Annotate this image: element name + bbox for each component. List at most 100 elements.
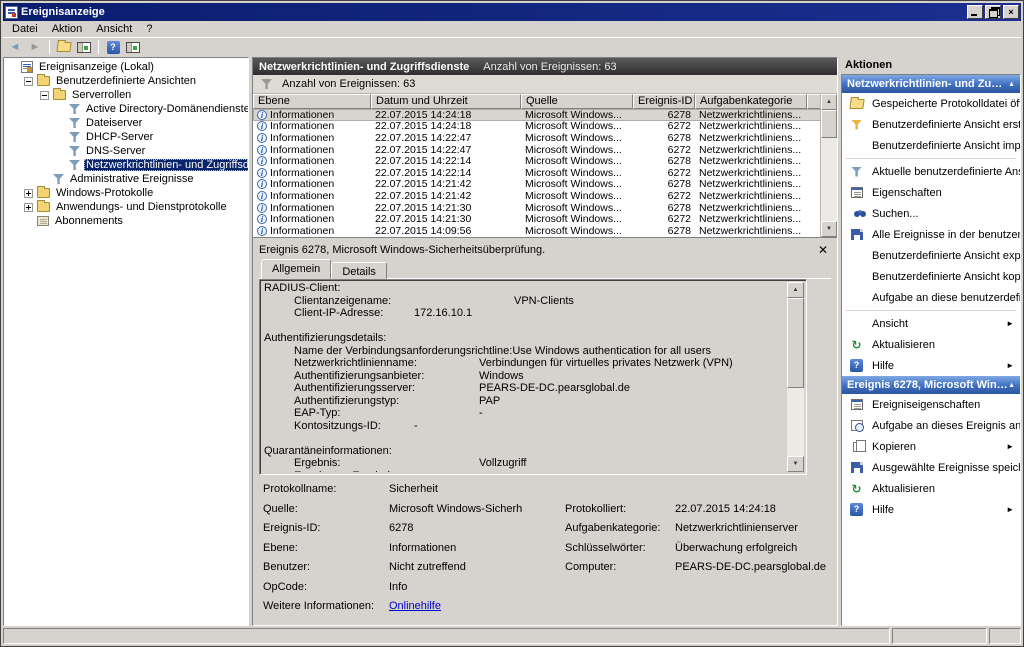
- back-button[interactable]: ◄: [6, 39, 24, 55]
- scroll-down-icon[interactable]: ▼: [787, 456, 804, 472]
- scroll-up-icon[interactable]: ▲: [821, 94, 837, 110]
- action-item[interactable]: ?Hilfe►: [842, 355, 1020, 376]
- tree-item[interactable]: Benutzerdefinierte Ansichten: [4, 74, 248, 88]
- submenu-arrow-icon: ►: [1006, 442, 1020, 451]
- action-item[interactable]: Suchen...: [842, 203, 1020, 224]
- tree-item[interactable]: Abonnements: [4, 214, 248, 228]
- restore-button[interactable]: [985, 5, 1001, 19]
- show-action-pane-button[interactable]: [124, 39, 142, 55]
- folder-icon: [37, 188, 50, 198]
- event-row[interactable]: iInformationen22.07.2015 14:22:14Microso…: [253, 155, 837, 167]
- event-row[interactable]: iInformationen22.07.2015 14:22:14Microso…: [253, 167, 837, 179]
- collapse-icon[interactable]: [40, 91, 49, 100]
- collapse-icon[interactable]: [24, 77, 33, 86]
- tree-item-label: Netzwerkrichtlinien- und Zugriffsdienste: [84, 159, 249, 171]
- tree-item[interactable]: Netzwerkrichtlinien- und Zugriffsdienste: [4, 158, 248, 172]
- action-item[interactable]: ↻Aktualisieren: [842, 478, 1020, 499]
- action-item[interactable]: Benutzerdefinierte Ansicht exportieren..…: [842, 245, 1020, 266]
- tree-item[interactable]: DHCP-Server: [4, 130, 248, 144]
- info-icon: i: [257, 156, 267, 166]
- event-source: Microsoft Windows...: [521, 225, 633, 237]
- tab-allgemein[interactable]: Allgemein: [261, 259, 331, 279]
- scroll-track[interactable]: [787, 388, 804, 456]
- action-item[interactable]: ↻Aktualisieren: [842, 334, 1020, 355]
- scroll-down-icon[interactable]: ▼: [821, 221, 837, 237]
- open-saved-log-button[interactable]: [55, 39, 73, 55]
- event-source: Microsoft Windows...: [521, 144, 633, 156]
- action-item[interactable]: Aufgabe an diese benutzerdefinierte An..…: [842, 287, 1020, 308]
- column-header-Aufgabenkategorie[interactable]: Aufgabenkategorie: [695, 94, 807, 109]
- action-item[interactable]: Aktuelle benutzerdefinierte Ansicht filt…: [842, 161, 1020, 182]
- collapse-chevron-icon[interactable]: ▲: [1008, 81, 1015, 88]
- tree-item[interactable]: Administrative Ereignisse: [4, 172, 248, 186]
- event-category: Netzwerkrichtliniens...: [695, 132, 807, 144]
- description-label: Authentifizierungsanbieter:: [264, 370, 479, 383]
- event-row[interactable]: iInformationen22.07.2015 14:22:47Microso…: [253, 132, 837, 144]
- scroll-thumb[interactable]: [787, 298, 804, 388]
- description-scrollbar[interactable]: ▲ ▼: [787, 282, 804, 472]
- expand-icon[interactable]: [24, 203, 33, 212]
- minimize-button[interactable]: [967, 5, 983, 19]
- tab-details[interactable]: Details: [331, 262, 387, 279]
- action-item[interactable]: Ansicht►: [842, 313, 1020, 334]
- action-item[interactable]: Ereigniseigenschaften: [842, 394, 1020, 415]
- action-item[interactable]: Benutzerdefinierte Ansicht importieren..…: [842, 135, 1020, 156]
- expand-icon[interactable]: [24, 189, 33, 198]
- event-row[interactable]: iInformationen22.07.2015 14:09:56Microso…: [253, 225, 837, 237]
- tree-item[interactable]: Ereignisanzeige (Lokal): [4, 60, 248, 74]
- action-item[interactable]: Aufgabe an dieses Ereignis anfügen...: [842, 415, 1020, 436]
- filter-orange-icon: [851, 120, 862, 130]
- close-preview-icon[interactable]: ✕: [815, 244, 831, 256]
- tree-item-label: Ereignisanzeige (Lokal): [37, 61, 156, 73]
- tree-item[interactable]: Serverrollen: [4, 88, 248, 102]
- close-button[interactable]: ×: [1003, 5, 1019, 19]
- action-section-header[interactable]: Ereignis 6278, Microsoft Windows-Sich...…: [842, 376, 1020, 394]
- action-item[interactable]: Ausgewählte Ereignisse speichern...: [842, 457, 1020, 478]
- event-row[interactable]: iInformationen22.07.2015 14:21:30Microso…: [253, 202, 837, 214]
- collapse-chevron-icon[interactable]: ▲: [1008, 382, 1015, 389]
- scroll-track[interactable]: [821, 138, 837, 221]
- column-header-Datum und Uhrzeit[interactable]: Datum und Uhrzeit: [371, 94, 521, 109]
- event-row[interactable]: iInformationen22.07.2015 14:21:42Microso…: [253, 190, 837, 202]
- event-row[interactable]: iInformationen22.07.2015 14:24:18Microso…: [253, 121, 837, 133]
- action-item[interactable]: ?Hilfe►: [842, 499, 1020, 520]
- scroll-up-icon[interactable]: ▲: [787, 282, 804, 298]
- event-list-scrollbar[interactable]: ▲ ▼: [820, 94, 837, 237]
- help-button[interactable]: ?: [104, 39, 122, 55]
- action-item[interactable]: Benutzerdefinierte Ansicht erstellen...: [842, 114, 1020, 135]
- action-item[interactable]: Kopieren►: [842, 436, 1020, 457]
- refresh-icon: ↻: [849, 339, 864, 351]
- properties-icon: [851, 399, 863, 410]
- event-row[interactable]: iInformationen22.07.2015 14:21:30Microso…: [253, 213, 837, 225]
- menu-item-ansicht[interactable]: Ansicht: [89, 22, 139, 36]
- event-row[interactable]: iInformationen22.07.2015 14:24:18Microso…: [253, 109, 837, 121]
- tree-item-label: Administrative Ereignisse: [68, 173, 196, 185]
- event-row[interactable]: iInformationen22.07.2015 14:22:47Microso…: [253, 144, 837, 156]
- menu-item-aktion[interactable]: Aktion: [45, 22, 90, 36]
- action-item[interactable]: Gespeicherte Protokolldatei öffnen...: [842, 93, 1020, 114]
- action-item[interactable]: Eigenschaften: [842, 182, 1020, 203]
- menu-item-?[interactable]: ?: [139, 22, 159, 36]
- column-header-Ebene[interactable]: Ebene: [253, 94, 371, 109]
- event-category: Netzwerkrichtliniens...: [695, 202, 807, 214]
- save-icon: [849, 229, 864, 240]
- column-header-Ereignis-ID[interactable]: Ereignis-ID: [633, 94, 695, 109]
- tree-item[interactable]: Active Directory-Domänendienste: [4, 102, 248, 116]
- action-item[interactable]: Benutzerdefinierte Ansicht kopieren...: [842, 266, 1020, 287]
- tree-item[interactable]: Anwendungs- und Dienstprotokolle: [4, 200, 248, 214]
- event-description: RADIUS-Client:Clientanzeigename:VPN-Clie…: [264, 282, 787, 472]
- tree-item[interactable]: Windows-Protokolle: [4, 186, 248, 200]
- action-section-header[interactable]: Netzwerkrichtlinien- und Zugriffsdienste…: [842, 75, 1020, 93]
- property-label: Protokollname:: [263, 483, 389, 495]
- tree-item[interactable]: DNS-Server: [4, 144, 248, 158]
- online-help-link[interactable]: Onlinehilfe: [389, 600, 565, 612]
- scroll-thumb[interactable]: [821, 110, 837, 138]
- show-console-tree-button[interactable]: [75, 39, 93, 55]
- menu-item-datei[interactable]: Datei: [5, 22, 45, 36]
- forward-button[interactable]: ►: [26, 39, 44, 55]
- status-cell: [892, 628, 987, 644]
- action-item[interactable]: Alle Ereignisse in der benutzerdefiniert…: [842, 224, 1020, 245]
- column-header-Quelle[interactable]: Quelle: [521, 94, 633, 109]
- tree-item[interactable]: Dateiserver: [4, 116, 248, 130]
- event-row[interactable]: iInformationen22.07.2015 14:21:42Microso…: [253, 179, 837, 191]
